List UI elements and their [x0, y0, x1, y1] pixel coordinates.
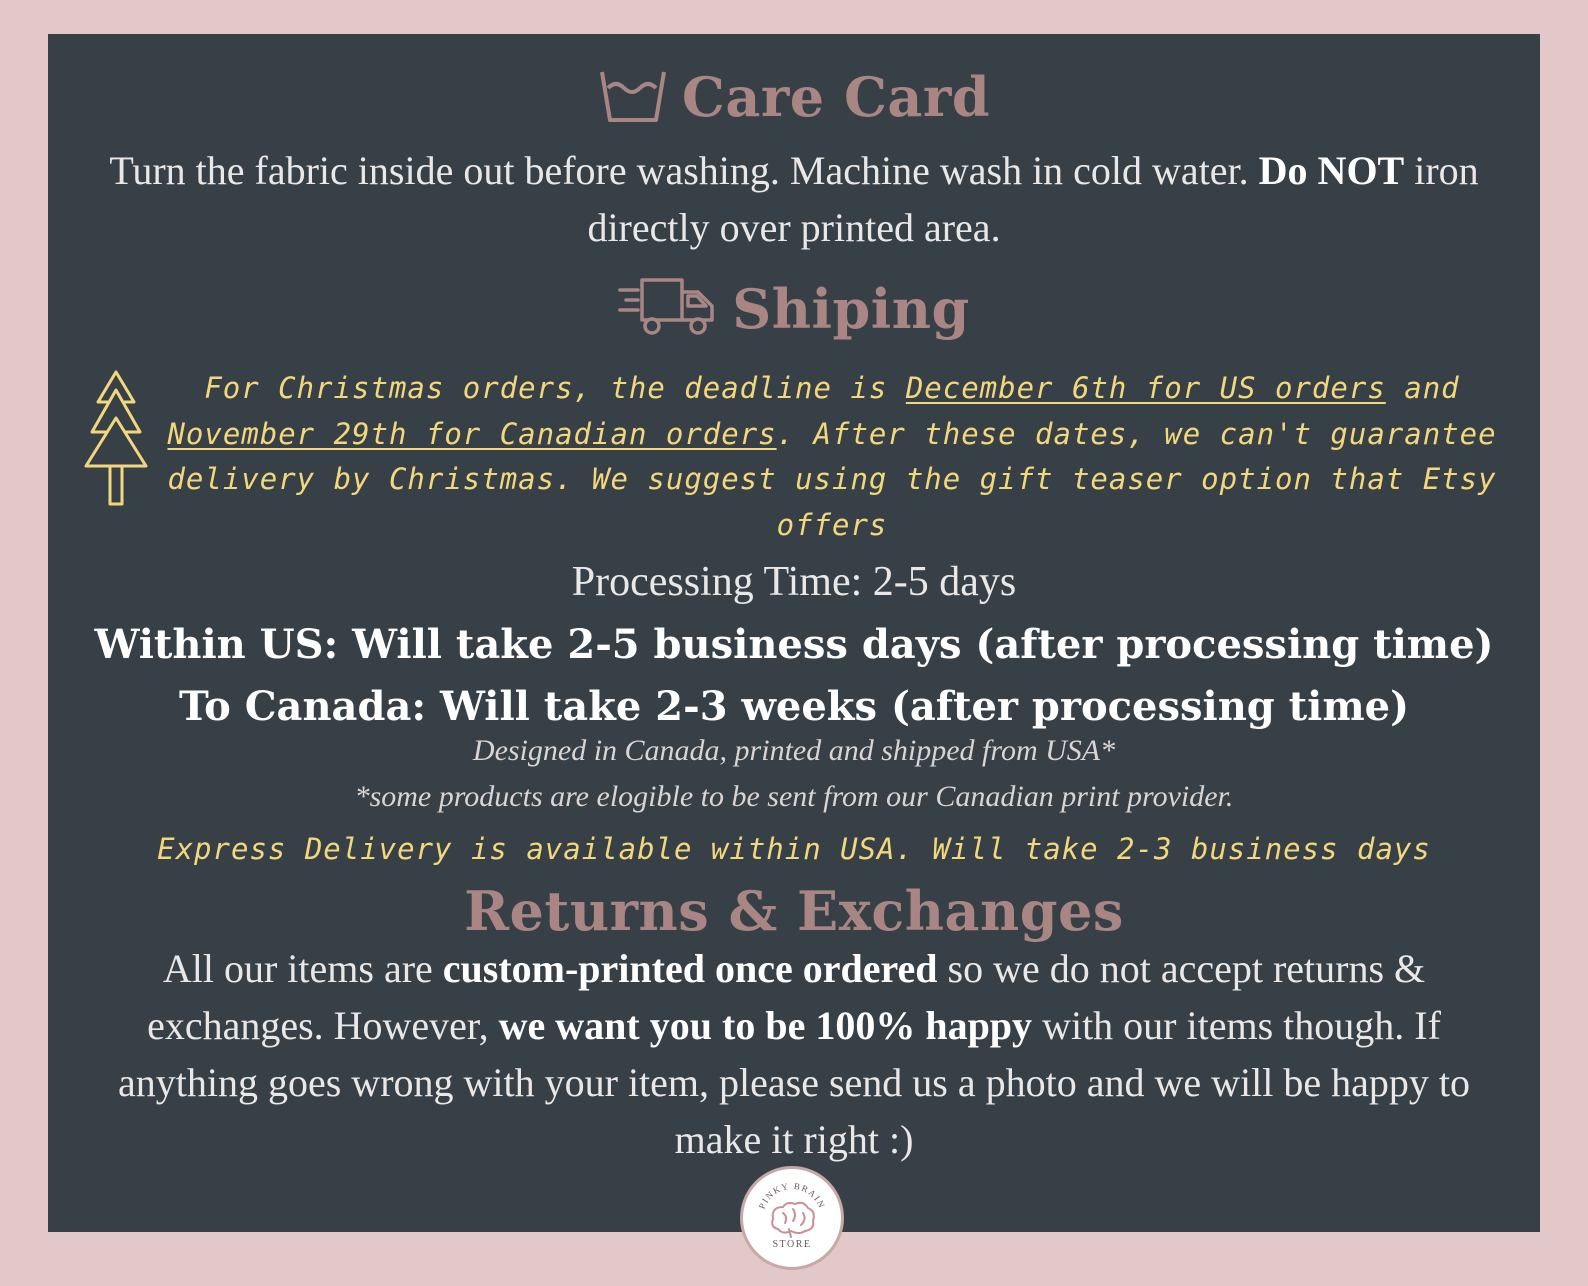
logo-top-text: PINKY BRAIN [757, 1181, 828, 1210]
care-do-not: Do NOT [1258, 148, 1405, 193]
processing-time: Processing Time: 2-5 days [571, 559, 1017, 605]
christmas-tree-icon [80, 368, 152, 514]
us-deadline: December 6th for US orders [905, 371, 1386, 405]
canada-shipping: To Canada: Will take 2-3 weeks (after pr… [178, 683, 1410, 730]
christmas-text-1: For Christmas orders, the deadline is [204, 371, 888, 405]
info-card: Care Card Turn the fabric inside out bef… [48, 34, 1540, 1232]
store-logo: PINKY BRAIN STORE [740, 1166, 844, 1270]
shipping-heading: Shiping [48, 274, 1540, 344]
returns-title: Returns & Exchanges [464, 879, 1124, 943]
within-us-shipping: Within US: Will take 2-5 business days (… [94, 621, 1494, 668]
care-card-heading: Care Card [48, 62, 1540, 132]
christmas-text-2: and [1404, 371, 1460, 405]
express-delivery: Express Delivery is available within USA… [157, 832, 1431, 866]
care-text-1: Turn the fabric inside out before washin… [109, 148, 1249, 193]
care-card-title: Care Card [681, 65, 991, 129]
returns-text-1: All our items are [162, 946, 433, 991]
returns-happy: we want you to be 100% happy [498, 1003, 1033, 1048]
canada-deadline: November 29th for Canadian orders [167, 416, 777, 451]
logo-bottom-text: STORE [772, 1239, 812, 1250]
returns-heading: Returns & Exchanges [48, 876, 1540, 946]
designed-note: Designed in Canada, printed and shipped … [472, 734, 1116, 767]
christmas-notice: For Christmas orders, the deadline is De… [156, 366, 1508, 548]
returns-policy: All our items are custom-printed once or… [78, 940, 1510, 1168]
delivery-truck-icon [618, 274, 718, 344]
shipping-title: Shiping [732, 277, 970, 341]
care-instructions: Turn the fabric inside out before washin… [108, 142, 1480, 256]
returns-custom-printed: custom-printed once ordered [442, 946, 938, 991]
print-provider-note: *some products are elogible to be sent f… [354, 780, 1234, 813]
brain-icon [771, 1201, 815, 1238]
wash-basin-icon [598, 66, 668, 128]
